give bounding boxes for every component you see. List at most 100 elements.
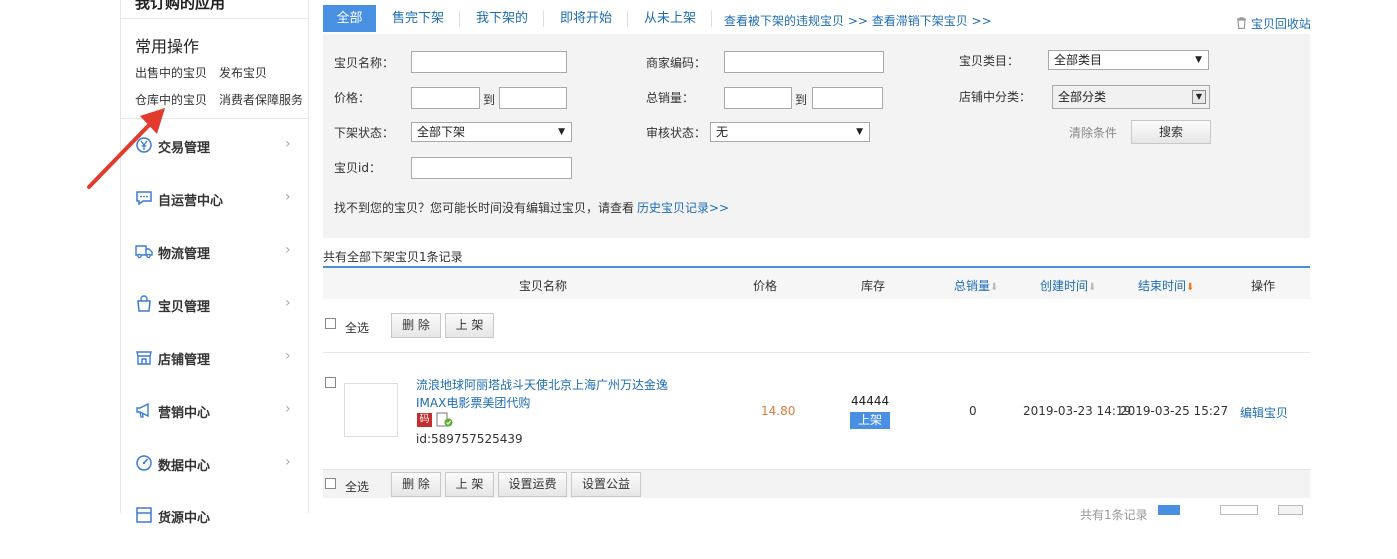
sales-min-input[interactable]: [724, 87, 792, 109]
recycle-bin-link[interactable]: 宝贝回收站: [1236, 15, 1311, 32]
history-items-link[interactable]: 历史宝贝记录>>: [637, 199, 729, 216]
page-go-button[interactable]: [1278, 505, 1303, 515]
row-checkbox[interactable]: [325, 377, 336, 388]
link-publish-item[interactable]: 发布宝贝: [219, 64, 267, 81]
delete-button-bottom[interactable]: 删 除: [391, 472, 441, 497]
sidebar: 我订购的应用 常用操作 出售中的宝贝 发布宝贝 仓库中的宝贝 消费者保障服务 交…: [120, 0, 309, 526]
nav-store-management[interactable]: 店铺管理 ›: [121, 348, 309, 401]
trash-icon: [1237, 17, 1246, 30]
item-title-link-line2[interactable]: IMAX电影票美团代购: [416, 394, 530, 411]
megaphone-icon: [136, 402, 149, 418]
shop-category-value: 全部分类: [1058, 90, 1107, 104]
total-sales-label: 总销量：: [646, 91, 695, 105]
edit-item-link[interactable]: 编辑宝贝: [1240, 404, 1288, 421]
delist-status-label: 下架状态：: [334, 126, 395, 140]
truck-icon: [135, 245, 153, 259]
nav-self-operation[interactable]: 自运营中心 ›: [121, 189, 309, 242]
divider: [459, 11, 460, 27]
item-name-input[interactable]: [411, 51, 567, 73]
category-label: 宝贝类目：: [959, 54, 1020, 68]
nav-item-management[interactable]: 宝贝管理 ›: [121, 295, 309, 348]
box-icon: [136, 507, 152, 523]
shop-category-label: 店铺中分类：: [959, 90, 1032, 104]
table-row: 流浪地球阿丽塔战斗天使北京上海广州万达金逸 IMAX电影票美团代购 码 id:5…: [323, 353, 1310, 469]
audit-status-label: 审核状态：: [646, 126, 707, 140]
item-name-label: 宝贝名称：: [334, 56, 395, 70]
category-select[interactable]: 全部类目 ▼: [1048, 50, 1209, 70]
item-id-label: 宝贝id：: [334, 161, 381, 175]
delete-button[interactable]: 删 除: [391, 313, 441, 338]
merchant-code-input[interactable]: [724, 51, 884, 73]
set-charity-button[interactable]: 设置公益: [571, 472, 641, 497]
clear-conditions-link[interactable]: 清除条件: [1069, 124, 1117, 141]
price-label: 价格：: [334, 91, 371, 105]
select-all-checkbox[interactable]: [325, 318, 336, 329]
search-button[interactable]: 搜索: [1131, 120, 1211, 144]
sales-max-input[interactable]: [812, 87, 883, 109]
tab-sold-out[interactable]: 售完下架: [378, 5, 458, 32]
nav-data-center[interactable]: 数据中心 ›: [121, 454, 309, 507]
item-end-time: 2019-03-25 15:27: [1120, 404, 1229, 418]
nav-label: 宝贝管理: [158, 300, 211, 315]
link-selling-items[interactable]: 出售中的宝贝: [135, 64, 207, 81]
audit-status-select[interactable]: 无 ▼: [710, 122, 870, 142]
merchant-code-label: 商家编码：: [646, 56, 707, 70]
chevron-right-icon: ›: [285, 136, 291, 152]
col-created-label: 创建时间: [1040, 279, 1089, 293]
record-summary: 共有全部下架宝贝1条记录: [323, 250, 463, 264]
link-consumer-protection[interactable]: 消费者保障服务: [219, 91, 303, 108]
divider: [121, 18, 309, 19]
nav-marketing[interactable]: 营销中心 ›: [121, 401, 309, 454]
common-operations-title: 常用操作: [135, 37, 200, 56]
select-all-label: 全选: [345, 321, 370, 335]
item-id: id:589757525439: [416, 432, 523, 446]
price-max-input[interactable]: [499, 87, 567, 109]
item-thumbnail[interactable]: [344, 383, 398, 437]
list-item-button[interactable]: 上架: [850, 412, 890, 429]
page-jump-input[interactable]: [1220, 505, 1258, 515]
caret-down-icon: ▼: [1195, 55, 1202, 65]
tab-never-listed[interactable]: 从未上架: [630, 5, 710, 32]
annotation-arrow-icon: [87, 108, 165, 189]
col-total-sales-label: 总销量: [954, 279, 991, 293]
tab-all[interactable]: 全部: [323, 5, 376, 32]
nav-supply-center[interactable]: 货源中心: [121, 506, 309, 559]
item-stock: 44444: [851, 394, 890, 408]
pagination-info: 共有1条记录: [1080, 508, 1148, 522]
item-price: 14.80: [761, 404, 796, 418]
chevron-right-icon: ›: [285, 401, 291, 417]
tab-my-delisted[interactable]: 我下架的: [462, 5, 542, 32]
chevron-right-icon: ›: [285, 348, 291, 364]
list-button[interactable]: 上 架: [445, 313, 494, 338]
nav-label: 物流管理: [158, 247, 211, 262]
item-created-time: 2019-03-23 14:19: [1023, 404, 1132, 418]
item-total-sales: 0: [969, 404, 977, 418]
col-total-sales[interactable]: 总销量⬇: [954, 277, 998, 294]
chevron-right-icon: ›: [285, 454, 291, 470]
select-all-checkbox-bottom[interactable]: [325, 478, 336, 489]
tab-upcoming[interactable]: 即将开始: [546, 5, 626, 32]
violation-links[interactable]: 查看被下架的违规宝贝 >> 查看滞销下架宝贝 >>: [724, 12, 992, 29]
delist-status-select[interactable]: 全部下架 ▼: [411, 122, 572, 142]
list-button-bottom[interactable]: 上 架: [445, 472, 494, 497]
col-end-time-label: 结束时间: [1138, 279, 1187, 293]
nav-label: 货源中心: [158, 511, 211, 526]
caret-down-icon: ▼: [856, 127, 863, 137]
col-end-time[interactable]: 结束时间⬇: [1138, 277, 1194, 294]
sort-arrow-icon: ⬇: [990, 282, 999, 293]
item-title-link[interactable]: 流浪地球阿丽塔战斗天使北京上海广州万达金逸: [416, 376, 668, 393]
bag-icon: [137, 295, 151, 312]
nav-logistics[interactable]: 物流管理 ›: [121, 242, 309, 295]
item-id-input[interactable]: [411, 157, 572, 179]
price-min-input[interactable]: [411, 87, 480, 109]
divider: [711, 11, 712, 27]
hint-text: 找不到您的宝贝？您可能长时间没有编辑过宝贝，请查看: [334, 201, 635, 215]
col-created[interactable]: 创建时间⬇: [1040, 277, 1096, 294]
col-price: 价格: [753, 279, 778, 293]
divider: [543, 11, 544, 27]
nav-label: 营销中心: [158, 406, 211, 421]
page-button-current[interactable]: [1158, 505, 1180, 515]
set-shipping-button[interactable]: 设置运费: [498, 472, 567, 497]
filter-panel: 宝贝名称： 商家编码： 宝贝类目： 全部类目 ▼ 价格： 到 总销量： 到 店铺…: [323, 34, 1310, 238]
shop-category-select[interactable]: 全部分类 ▼: [1052, 85, 1210, 109]
